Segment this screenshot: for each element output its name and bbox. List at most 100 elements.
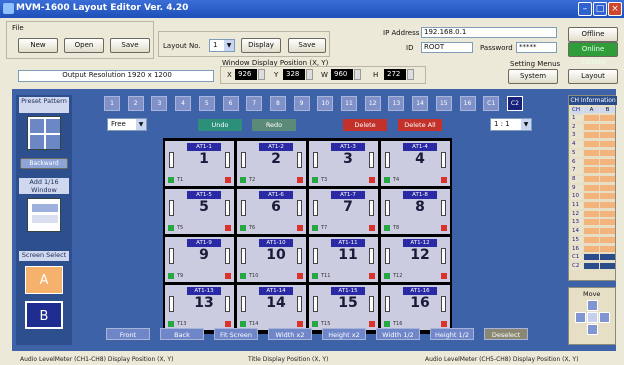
- height-1-2-button[interactable]: Height 1/2: [430, 328, 474, 340]
- delete-button[interactable]: Delete: [343, 119, 387, 131]
- width-1-2-button[interactable]: Width 1/2: [376, 328, 420, 340]
- ch-b-cell[interactable]: [600, 219, 615, 226]
- ch-a-cell[interactable]: [584, 236, 599, 243]
- input-tile-2[interactable]: 2: [127, 96, 144, 111]
- preset-pattern-icon[interactable]: [27, 116, 61, 150]
- input-tile-c2[interactable]: C2: [506, 96, 523, 111]
- layout-window-1[interactable]: AT1-1 1 T1: [164, 140, 235, 187]
- ch-b-cell[interactable]: [600, 115, 615, 121]
- input-tile-5[interactable]: 5: [198, 96, 215, 111]
- offline-button[interactable]: Offline: [568, 27, 618, 42]
- layout-window-13[interactable]: AT1-13 13 T13: [164, 284, 235, 331]
- input-tile-14[interactable]: 14: [412, 96, 429, 111]
- ch-a-cell[interactable]: [584, 175, 599, 182]
- ch-b-cell[interactable]: [600, 228, 615, 235]
- move-left-button[interactable]: [575, 312, 586, 323]
- display-button[interactable]: Display: [241, 38, 281, 53]
- height-x2-button[interactable]: Height x2: [322, 328, 366, 340]
- layout-no-select[interactable]: 1 ▼: [209, 39, 235, 52]
- h-value-field[interactable]: 272: [384, 69, 406, 80]
- layout-window-15[interactable]: AT1-15 15 T15: [308, 284, 379, 331]
- ch-b-cell[interactable]: [600, 123, 615, 130]
- ch-a-cell[interactable]: [584, 219, 599, 226]
- h-spinner[interactable]: [407, 69, 414, 80]
- system-button[interactable]: System: [508, 69, 558, 84]
- input-tile-11[interactable]: 11: [341, 96, 357, 111]
- layout-window-2[interactable]: AT1-2 2 T2: [236, 140, 307, 187]
- input-tile-1[interactable]: 1: [104, 96, 120, 111]
- input-tile-c1[interactable]: C1: [483, 96, 500, 111]
- layout-window-3[interactable]: AT1-3 3 T3: [308, 140, 379, 187]
- layout-window-5[interactable]: AT1-5 5 T5: [164, 188, 235, 235]
- save-file-button[interactable]: Save: [110, 38, 150, 53]
- new-button[interactable]: New: [18, 38, 58, 53]
- input-tile-6[interactable]: 6: [222, 96, 239, 111]
- x-value-field[interactable]: 926: [235, 69, 257, 80]
- ip-address-field[interactable]: 192.168.0.1: [421, 27, 557, 38]
- undo-button[interactable]: Undo: [198, 119, 242, 131]
- open-button[interactable]: Open: [64, 38, 104, 53]
- online-editing-button[interactable]: Online Editing: [568, 42, 618, 66]
- input-tile-4[interactable]: 4: [175, 96, 192, 111]
- input-tile-7[interactable]: 7: [246, 96, 263, 111]
- layout-save-button[interactable]: Save: [288, 38, 326, 53]
- ch-b-cell[interactable]: [600, 193, 615, 200]
- input-tile-3[interactable]: 3: [151, 96, 168, 111]
- ch-a-cell[interactable]: [584, 132, 599, 139]
- ch-b-cell[interactable]: [600, 184, 615, 191]
- ch-b-cell[interactable]: [600, 210, 615, 217]
- ch-b-cell[interactable]: [600, 202, 615, 208]
- password-field[interactable]: *****: [516, 42, 557, 53]
- ch-a-cell[interactable]: [584, 184, 599, 191]
- layout-window-9[interactable]: AT1-9 9 T9: [164, 236, 235, 283]
- ch-a-cell[interactable]: [584, 115, 599, 121]
- screen-b-button[interactable]: B: [25, 301, 63, 329]
- layout-window-12[interactable]: AT1-12 12 T12: [380, 236, 451, 283]
- ch-a-cell[interactable]: [584, 210, 599, 217]
- ch-a-cell[interactable]: [584, 149, 599, 156]
- layout-window-10[interactable]: AT1-10 10 T10: [236, 236, 307, 283]
- input-tile-16[interactable]: 16: [459, 96, 476, 111]
- layout-window-6[interactable]: AT1-6 6 T6: [236, 188, 307, 235]
- ch-b-cell[interactable]: [600, 245, 615, 252]
- close-button[interactable]: ×: [608, 2, 622, 16]
- deselect-button[interactable]: Deselect: [484, 328, 528, 340]
- ch-a-cell[interactable]: [584, 158, 599, 165]
- layout-menu-button[interactable]: Layout: [568, 69, 618, 84]
- back-button[interactable]: Back: [160, 328, 204, 340]
- ch-a-cell[interactable]: [584, 202, 599, 208]
- ch-b-cell[interactable]: [600, 141, 615, 148]
- front-button[interactable]: Front: [106, 328, 150, 340]
- layout-window-11[interactable]: AT1-11 11 T11: [308, 236, 379, 283]
- ch-b-cell[interactable]: [600, 158, 615, 165]
- w-value-field[interactable]: 960: [331, 69, 353, 80]
- input-tile-13[interactable]: 13: [388, 96, 405, 111]
- move-up-button[interactable]: [587, 300, 598, 311]
- ratio-select[interactable]: 1 : 1 ▼: [490, 118, 532, 131]
- layout-window-14[interactable]: AT1-14 14 T14: [236, 284, 307, 331]
- ch-a-cell[interactable]: [584, 254, 599, 261]
- y-value-field[interactable]: 328: [283, 69, 305, 80]
- layout-window-8[interactable]: AT1-8 8 T8: [380, 188, 451, 235]
- input-tile-9[interactable]: 9: [293, 96, 310, 111]
- y-spinner[interactable]: [306, 69, 313, 80]
- move-down-button[interactable]: [587, 324, 598, 335]
- ch-a-cell[interactable]: [584, 167, 599, 174]
- ch-a-cell[interactable]: [584, 245, 599, 252]
- ch-b-cell[interactable]: [600, 175, 615, 182]
- ch-b-cell[interactable]: [600, 132, 615, 139]
- maximize-button[interactable]: □: [593, 2, 607, 16]
- minimize-button[interactable]: –: [578, 2, 592, 16]
- ch-a-cell[interactable]: [584, 141, 599, 148]
- input-tile-12[interactable]: 12: [364, 96, 381, 111]
- input-tile-10[interactable]: 10: [317, 96, 334, 111]
- ch-b-cell[interactable]: [600, 236, 615, 243]
- x-spinner[interactable]: [258, 69, 265, 80]
- redo-button[interactable]: Redo: [252, 119, 296, 131]
- w-spinner[interactable]: [354, 69, 361, 80]
- move-right-button[interactable]: [599, 312, 610, 323]
- ch-b-cell[interactable]: [600, 149, 615, 156]
- ch-a-cell[interactable]: [584, 262, 599, 269]
- ch-b-cell[interactable]: [600, 167, 615, 174]
- id-field[interactable]: ROOT: [421, 42, 473, 53]
